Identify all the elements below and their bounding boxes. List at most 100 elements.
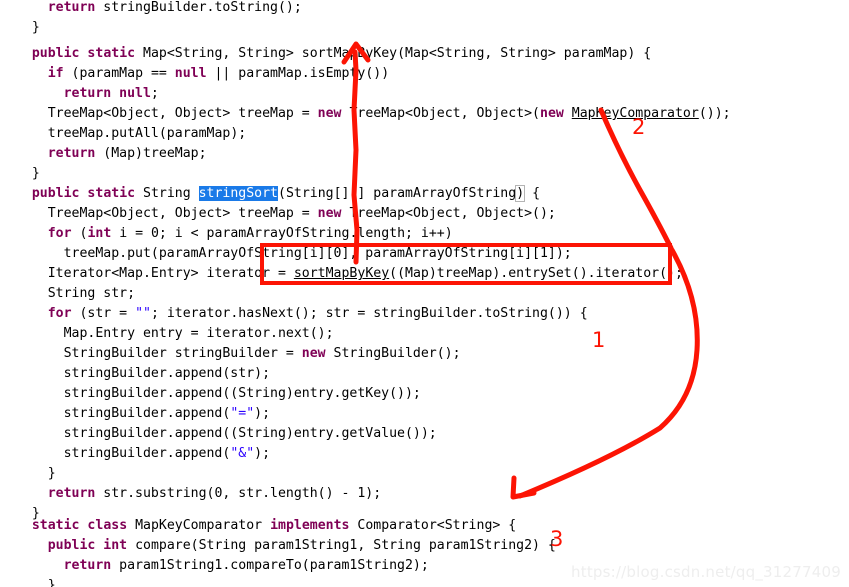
code-token: treeMap.putAll(paramMap); [47, 126, 247, 141]
code-token: ); [254, 406, 271, 421]
code-token: { [524, 186, 541, 201]
code-token: || paramMap.isEmpty()) [214, 66, 390, 81]
code-token: String [143, 186, 199, 201]
code-line: stringBuilder.append("="); [64, 404, 270, 424]
code-token: stringBuilder.append((String)entry.getVa… [63, 426, 437, 441]
code-line: return str.substring(0, str.length() - 1… [48, 484, 381, 504]
code-token: stringBuilder.append((String)entry.getKe… [63, 386, 421, 401]
code-token: "&" [230, 446, 255, 461]
code-token: (str = [79, 306, 136, 321]
code-line: static class MapKeyComparator implements… [32, 516, 516, 536]
code-line: StringBuilder stringBuilder = new String… [64, 344, 461, 364]
code-line: return stringBuilder.toString(); [48, 0, 302, 18]
code-token: public static [31, 186, 144, 201]
code-token: } [31, 20, 40, 35]
code-line: public static Map<String, String> sortMa… [32, 44, 651, 64]
code-token: Comparator<String> { [357, 518, 517, 533]
code-token: ; [150, 86, 159, 101]
code-token: MapKeyComparator [135, 518, 271, 533]
code-token: param1String1.compareTo(param1String2); [119, 558, 429, 573]
code-token: ; iterator.hasNext(); str = stringBuilde… [150, 306, 588, 321]
code-token: for [47, 226, 80, 241]
code-token: new [301, 346, 334, 361]
code-line: } [32, 164, 40, 184]
code-token: (paramMap == [71, 66, 175, 81]
code-line: public static String stringSort(String[]… [32, 184, 540, 204]
annotation-number-2: 2 [632, 115, 646, 139]
code-line: TreeMap<Object, Object> treeMap = new Tr… [48, 204, 556, 224]
code-token: Map<String, String> sortMapByKey(Map<Str… [143, 46, 652, 61]
code-token: for [47, 306, 80, 321]
code-line: Iterator<Map.Entry> iterator = sortMapBy… [48, 264, 683, 284]
code-line: public int compare(String param1String1,… [48, 536, 556, 556]
code-token: new [540, 106, 572, 121]
code-token: } [47, 578, 56, 587]
code-token: } [47, 466, 56, 481]
code-token: ()); [698, 106, 731, 121]
code-token: TreeMap<Object, Object>(); [349, 206, 556, 221]
code-token: stringSort [198, 186, 278, 201]
code-token: "" [135, 306, 151, 321]
code-token: return null [63, 86, 151, 101]
annotation-number-1: 1 [592, 328, 606, 352]
code-line: Map.Entry entry = iterator.next(); [64, 324, 334, 344]
code-token: new [317, 106, 350, 121]
code-line: } [48, 464, 56, 484]
code-token: implements [270, 518, 358, 533]
code-line: treeMap.putAll(paramMap); [48, 124, 247, 144]
code-token: TreeMap<Object, Object> treeMap = [47, 106, 318, 121]
code-token: } [31, 166, 40, 181]
code-token: new [317, 206, 350, 221]
code-line: } [32, 18, 40, 38]
watermark-text: https://blog.csdn.net/qq_31277409 [571, 563, 841, 581]
code-token: return [47, 0, 104, 15]
code-token: "=" [230, 406, 255, 421]
code-token: if [47, 66, 72, 81]
code-line: String str; [48, 284, 135, 304]
code-line: for (int i = 0; i < paramArrayOfString.l… [48, 224, 453, 244]
code-line: TreeMap<Object, Object> treeMap = new Tr… [48, 104, 731, 124]
code-token: public int [47, 538, 136, 553]
code-line: stringBuilder.append("&"); [64, 444, 270, 464]
code-line: treeMap.put(paramArrayOfString[i][0], pa… [64, 244, 572, 264]
code-line: return (Map)treeMap; [48, 144, 207, 164]
code-line: for (str = ""; iterator.hasNext(); str =… [48, 304, 588, 324]
code-token: ); [254, 446, 271, 461]
code-token: return [63, 558, 120, 573]
code-token: ) [515, 185, 526, 202]
code-token: return [47, 486, 104, 501]
code-token: compare(String param1String1, String par… [135, 538, 556, 553]
annotation-number-3: 3 [550, 527, 564, 551]
code-token: sortMapByKey [293, 266, 390, 281]
code-token: return [47, 146, 104, 161]
code-token: int [87, 226, 120, 241]
code-token: (Map)treeMap; [103, 146, 207, 161]
code-token: static class [31, 518, 136, 533]
code-token: str.substring(0, str.length() - 1); [103, 486, 382, 501]
code-editor-surface[interactable]: return stringBuilder.toString();} public … [0, 0, 849, 587]
code-token: TreeMap<Object, Object>( [349, 106, 540, 121]
code-line: stringBuilder.append((String)entry.getVa… [64, 424, 437, 444]
code-line: return null; [64, 84, 159, 104]
code-token: stringBuilder.append( [63, 446, 231, 461]
code-token: TreeMap<Object, Object> treeMap = [47, 206, 318, 221]
code-token: Iterator<Map.Entry> iterator = [47, 266, 294, 281]
code-token: null [174, 66, 215, 81]
code-token: ((Map)treeMap).entrySet().iterator(); [389, 266, 683, 281]
code-token: String str; [47, 286, 136, 301]
code-token: (String[][] paramArrayOfString [278, 186, 517, 201]
code-token: StringBuilder stringBuilder = [63, 346, 302, 361]
code-line: } [48, 576, 56, 587]
code-token: public static [31, 46, 144, 61]
code-line: if (paramMap == null || paramMap.isEmpty… [48, 64, 389, 84]
code-line: return param1String1.compareTo(param1Str… [64, 556, 429, 576]
code-token: StringBuilder(); [333, 346, 461, 361]
code-line: stringBuilder.append((String)entry.getKe… [64, 384, 421, 404]
code-line: stringBuilder.append(str); [64, 364, 270, 384]
code-token: treeMap.put(paramArrayOfString[i][0], pa… [63, 246, 572, 261]
code-token: stringBuilder.append( [63, 406, 231, 421]
code-token: i = 0; i < paramArrayOfString.length; i+… [119, 226, 453, 241]
code-token: Map.Entry entry = iterator.next(); [63, 326, 334, 341]
code-token: stringBuilder.append(str); [63, 366, 271, 381]
code-token: stringBuilder.toString(); [103, 0, 302, 15]
